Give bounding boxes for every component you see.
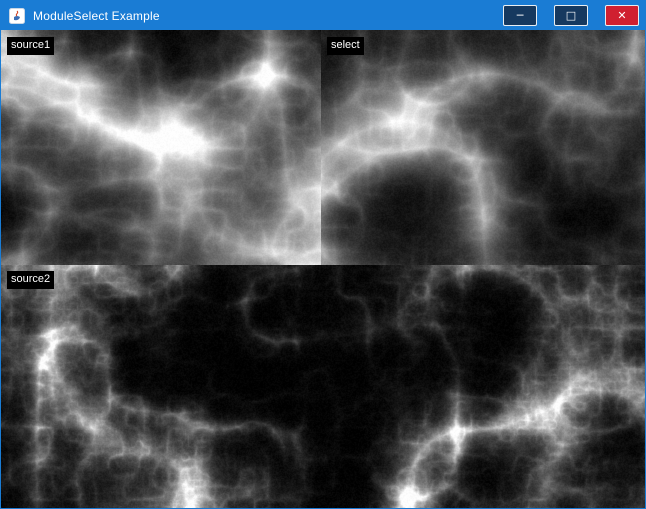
select-label: select (327, 37, 364, 55)
window-title: ModuleSelect Example (33, 9, 160, 23)
source1-noise-view (1, 30, 321, 265)
source1-label: source1 (7, 37, 54, 55)
app-icon (9, 8, 25, 24)
source2-label: source2 (7, 271, 54, 289)
titlebar[interactable]: ModuleSelect Example ─ □ ✕ (1, 1, 645, 30)
source2-noise-view (1, 265, 645, 508)
maximize-button[interactable]: □ (554, 5, 588, 26)
minimize-button[interactable]: ─ (503, 5, 537, 26)
app-window: ModuleSelect Example ─ □ ✕ source1 selec… (0, 0, 646, 509)
close-button[interactable]: ✕ (605, 5, 639, 26)
render-area: source1 select source2 (1, 30, 645, 508)
window-controls: ─ □ ✕ (503, 5, 639, 26)
